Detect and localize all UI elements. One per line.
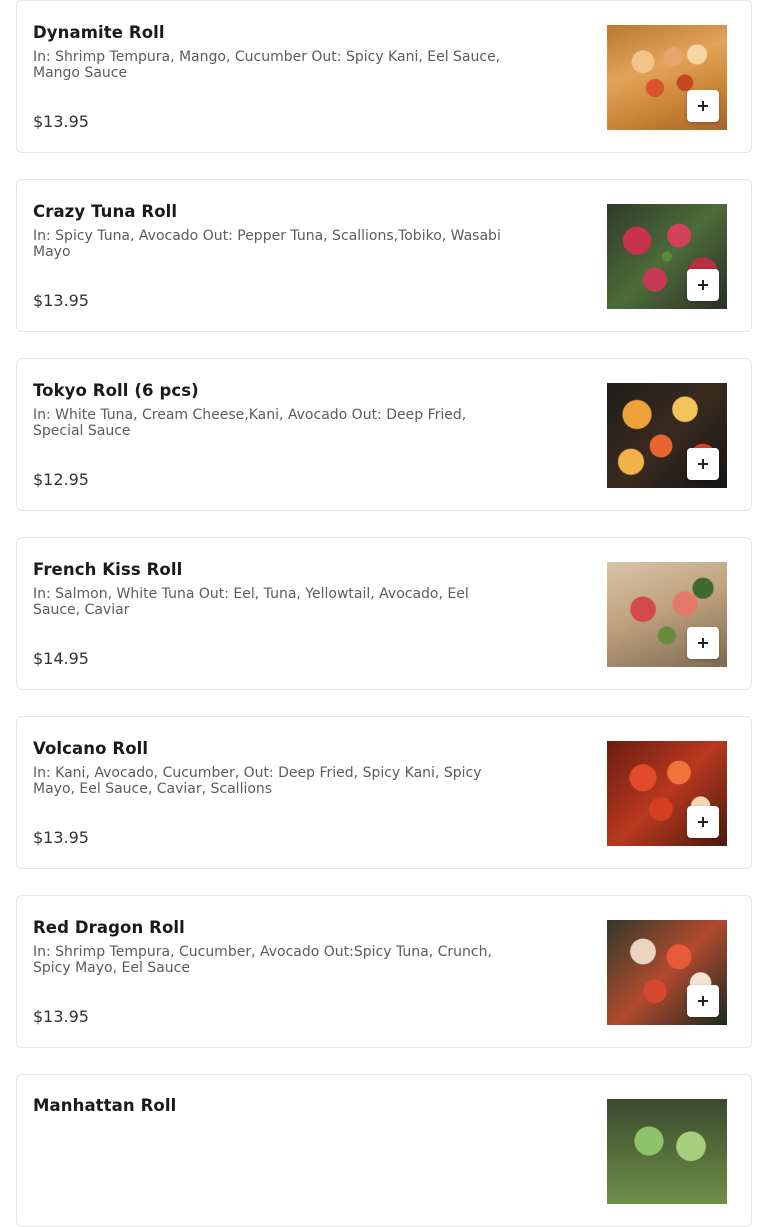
item-name: Crazy Tuna Roll <box>33 202 178 221</box>
item-description: In: Shrimp Tempura, Cucumber, Avocado Ou… <box>33 944 492 976</box>
menu-item-card[interactable]: Red Dragon Roll In: Shrimp Tempura, Cucu… <box>16 895 752 1048</box>
item-description: In: White Tuna, Cream Cheese,Kani, Avoca… <box>33 407 467 439</box>
item-name: Red Dragon Roll <box>33 918 185 937</box>
menu-item-card[interactable]: French Kiss Roll In: Salmon, White Tuna … <box>16 537 752 690</box>
item-description: In: Salmon, White Tuna Out: Eel, Tuna, Y… <box>33 586 469 618</box>
menu-item-card[interactable]: Crazy Tuna Roll In: Spicy Tuna, Avocado … <box>16 179 752 332</box>
add-to-cart-button[interactable] <box>687 448 719 480</box>
item-description: In: Spicy Tuna, Avocado Out: Pepper Tuna… <box>33 228 501 260</box>
item-name: Volcano Roll <box>33 739 149 758</box>
item-photo[interactable] <box>607 1099 727 1204</box>
menu-item-card[interactable]: Tokyo Roll (6 pcs) In: White Tuna, Cream… <box>16 358 752 511</box>
menu-item-card[interactable]: Dynamite Roll In: Shrimp Tempura, Mango,… <box>16 0 752 153</box>
item-name: Dynamite Roll <box>33 23 165 42</box>
plus-icon <box>698 638 708 648</box>
item-price: $14.95 <box>33 649 89 668</box>
add-to-cart-button[interactable] <box>687 90 719 122</box>
add-to-cart-button[interactable] <box>687 985 719 1017</box>
item-price: $13.95 <box>33 291 89 310</box>
menu-item-card[interactable]: Manhattan Roll <box>16 1074 752 1227</box>
item-description: In: Kani, Avocado, Cucumber, Out: Deep F… <box>33 765 482 797</box>
item-description: In: Shrimp Tempura, Mango, Cucumber Out:… <box>33 49 501 81</box>
add-to-cart-button[interactable] <box>687 627 719 659</box>
plus-icon <box>698 101 708 111</box>
plus-icon <box>698 280 708 290</box>
add-to-cart-button[interactable] <box>687 269 719 301</box>
menu-item-card[interactable]: Volcano Roll In: Kani, Avocado, Cucumber… <box>16 716 752 869</box>
item-name: French Kiss Roll <box>33 560 183 579</box>
item-price: $12.95 <box>33 470 89 489</box>
plus-icon <box>698 817 708 827</box>
add-to-cart-button[interactable] <box>687 806 719 838</box>
item-price: $13.95 <box>33 112 89 131</box>
plus-icon <box>698 459 708 469</box>
plus-icon <box>698 996 708 1006</box>
item-price: $13.95 <box>33 828 89 847</box>
item-price: $13.95 <box>33 1007 89 1026</box>
item-name: Manhattan Roll <box>33 1096 177 1115</box>
item-name: Tokyo Roll (6 pcs) <box>33 381 199 400</box>
